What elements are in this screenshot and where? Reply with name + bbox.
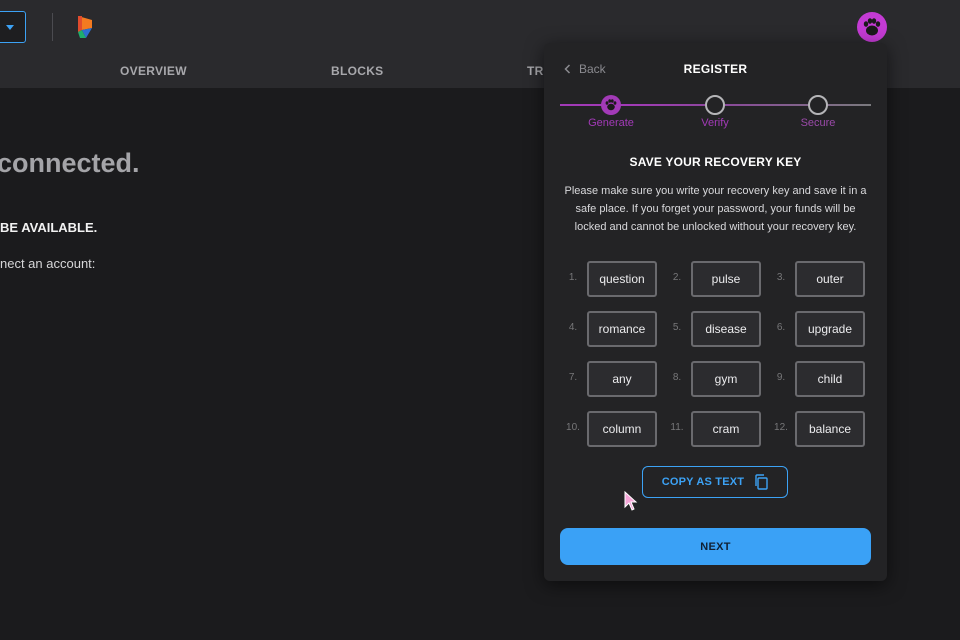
- brand-logo-icon[interactable]: [76, 14, 94, 40]
- word-number: 8.: [672, 372, 682, 383]
- next-button[interactable]: NEXT: [560, 528, 871, 565]
- recovery-word: balance: [795, 411, 865, 447]
- step-label-verify: Verify: [701, 117, 729, 129]
- recovery-word: question: [587, 261, 657, 297]
- connect-account-text: nect an account:: [0, 256, 96, 271]
- word-number: 3.: [776, 272, 786, 283]
- register-panel: Back REGISTER Generate Verify Secure SAV…: [544, 43, 887, 581]
- word-number: 5.: [672, 322, 682, 333]
- recovery-word: cram: [691, 411, 761, 447]
- register-stepper: Generate Verify Secure: [560, 95, 871, 135]
- recovery-word: outer: [795, 261, 865, 297]
- recovery-word: disease: [691, 311, 761, 347]
- recovery-word-item: 4. romance: [562, 311, 662, 347]
- availability-notice: BE AVAILABLE.: [0, 220, 98, 235]
- nav-item-blocks[interactable]: BLOCKS: [331, 64, 383, 78]
- next-button-label: NEXT: [700, 540, 731, 553]
- step-secure-dot: [808, 95, 828, 115]
- paw-icon: [605, 99, 617, 111]
- panel-title: REGISTER: [683, 62, 748, 76]
- recovery-word-item: 11. cram: [666, 411, 766, 447]
- nav-item-overview[interactable]: OVERVIEW: [120, 64, 187, 78]
- step-label-generate: Generate: [588, 117, 634, 129]
- copy-icon: [755, 474, 768, 490]
- recovery-word: column: [587, 411, 657, 447]
- step-generate-dot: [601, 95, 621, 115]
- copy-button-label: COPY AS TEXT: [661, 476, 745, 488]
- avatar[interactable]: [857, 12, 887, 42]
- recovery-word-item: 2. pulse: [666, 261, 766, 297]
- mouse-cursor-icon: [624, 491, 638, 511]
- stepper-line-pending: [628, 104, 871, 106]
- recovery-word: romance: [587, 311, 657, 347]
- word-number: 10.: [566, 422, 580, 433]
- main-nav: OVERVIEW BLOCKS TRA: [0, 64, 560, 84]
- recovery-word-item: 7. any: [562, 361, 662, 397]
- recovery-word: gym: [691, 361, 761, 397]
- header-divider: [52, 13, 53, 41]
- recovery-word: child: [795, 361, 865, 397]
- copy-as-text-button[interactable]: COPY AS TEXT: [642, 466, 788, 498]
- account-dropdown[interactable]: [0, 11, 26, 43]
- step-label-secure: Secure: [800, 117, 836, 129]
- word-number: 11.: [670, 422, 684, 433]
- connection-status-heading: connected.: [0, 148, 140, 178]
- recovery-key-title: SAVE YOUR RECOVERY KEY: [629, 155, 802, 169]
- recovery-word-item: 1. question: [562, 261, 662, 297]
- step-verify-dot: [705, 95, 725, 115]
- recovery-word: upgrade: [795, 311, 865, 347]
- recovery-word-item: 5. disease: [666, 311, 766, 347]
- word-number: 7.: [568, 372, 578, 383]
- recovery-word-item: 10. column: [562, 411, 662, 447]
- recovery-word-item: 3. outer: [770, 261, 870, 297]
- word-number: 12.: [774, 422, 788, 433]
- recovery-word-item: 9. child: [770, 361, 870, 397]
- word-number: 9.: [776, 372, 786, 383]
- recovery-word-item: 6. upgrade: [770, 311, 870, 347]
- recovery-word: pulse: [691, 261, 761, 297]
- paw-icon: [863, 18, 881, 36]
- recovery-word-item: 12. balance: [770, 411, 870, 447]
- word-number: 4.: [568, 322, 578, 333]
- recovery-word: any: [587, 361, 657, 397]
- word-number: 2.: [672, 272, 682, 283]
- recovery-word-item: 8. gym: [666, 361, 766, 397]
- recovery-key-description: Please make sure you write your recovery…: [564, 185, 867, 233]
- chevron-down-icon: [6, 25, 14, 30]
- word-number: 1.: [568, 272, 578, 283]
- word-number: 6.: [776, 322, 786, 333]
